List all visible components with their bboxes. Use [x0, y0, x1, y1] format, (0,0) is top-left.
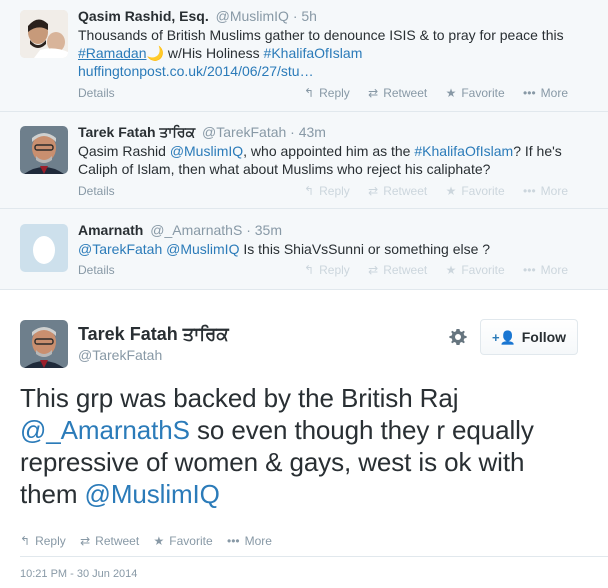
follow-button[interactable]: +👤 Follow: [480, 319, 578, 355]
separator-dot: ·: [292, 8, 298, 24]
author-name[interactable]: Qasim Rashid, Esq.: [78, 8, 209, 24]
retweet-button[interactable]: ⇄ Retweet: [368, 86, 427, 100]
tweet-text-part: , who appointed him as the: [243, 143, 415, 159]
mention-link[interactable]: @TarekFatah: [78, 241, 162, 257]
more-button[interactable]: ••• More: [227, 534, 272, 548]
author-name[interactable]: Tarek Fatah ਤਾਰਿਕ: [78, 323, 229, 345]
tweet-qasim-rashid[interactable]: Qasim Rashid, Esq. @MuslimIQ · 5h Thousa…: [0, 0, 608, 112]
reply-icon: ↰: [304, 263, 315, 277]
tweet-time[interactable]: 43m: [299, 124, 326, 140]
reply-button[interactable]: ↰ Reply: [304, 184, 350, 198]
reply-icon: ↰: [304, 86, 315, 100]
author-name[interactable]: Tarek Fatah ਤਾਰਿਕ: [78, 124, 195, 140]
tweet-text: @TarekFatah @MuslimIQ Is this ShiaVsSunn…: [78, 240, 568, 258]
retweet-button[interactable]: ⇄ Retweet: [80, 534, 139, 548]
reply-button[interactable]: ↰ Reply: [304, 263, 350, 277]
reply-icon: ↰: [20, 534, 31, 548]
star-icon: ★: [153, 534, 165, 548]
avatar[interactable]: [20, 10, 68, 58]
details-link[interactable]: Details: [78, 86, 115, 100]
reply-label: Reply: [319, 184, 350, 198]
star-icon: ★: [445, 263, 457, 277]
star-icon: ★: [445, 184, 457, 198]
moon-emoji: 🌙: [146, 45, 164, 61]
retweet-label: Retweet: [383, 184, 428, 198]
gear-icon[interactable]: [448, 327, 468, 347]
author-handle[interactable]: @TarekFatah: [202, 124, 286, 140]
author-handle[interactable]: @_AmarnathS: [150, 222, 242, 238]
hashtag-link[interactable]: #KhalifaOfIslam: [414, 143, 513, 159]
reply-label: Reply: [35, 534, 66, 548]
favorite-button[interactable]: ★ Favorite: [446, 184, 505, 198]
more-button[interactable]: ••• More: [523, 263, 568, 277]
favorite-button[interactable]: ★ Favorite: [446, 86, 505, 100]
tweet-text: Qasim Rashid @MuslimIQ, who appointed hi…: [78, 142, 568, 178]
tweet-text: Thousands of British Muslims gather to d…: [78, 26, 568, 80]
tweet-timestamp[interactable]: 10:21 PM - 30 Jun 2014: [20, 568, 137, 580]
reply-label: Reply: [319, 263, 350, 277]
tweet-text-part: This grp was backed by the British Raj: [20, 383, 459, 413]
separator-dot: ·: [290, 124, 295, 140]
favorite-label: Favorite: [169, 534, 213, 548]
tweet-time[interactable]: 5h: [301, 8, 317, 24]
tweet-text-part: Qasim Rashid: [78, 143, 170, 159]
url-link[interactable]: huffingtonpost.co.uk/2014/06/27/stu…: [78, 63, 314, 79]
more-label: More: [244, 534, 272, 548]
retweet-button[interactable]: ⇄ Retweet: [368, 184, 427, 198]
divider: [20, 556, 608, 557]
retweet-button[interactable]: ⇄ Retweet: [368, 263, 427, 277]
more-dots-icon: •••: [227, 534, 240, 548]
retweet-icon: ⇄: [368, 86, 379, 100]
details-link[interactable]: Details: [78, 263, 115, 277]
avatar[interactable]: [20, 224, 68, 272]
reply-button[interactable]: ↰ Reply: [20, 534, 66, 548]
details-link[interactable]: Details: [78, 184, 115, 198]
avatar[interactable]: [20, 126, 68, 174]
more-button[interactable]: ••• More: [523, 86, 568, 100]
reply-button[interactable]: ↰ Reply: [304, 86, 350, 100]
tweet-text-part: w/His Holiness: [163, 45, 264, 61]
tweet-text-part: Thousands of British Muslims gather to d…: [78, 27, 564, 43]
tweet-text-part: Is this ShiaVsSunni or something else ?: [239, 241, 491, 257]
more-dots-icon: •••: [523, 263, 536, 277]
tweet-time[interactable]: 35m: [255, 222, 282, 238]
mention-link[interactable]: @_AmarnathS: [20, 415, 190, 445]
tweet-amarnath[interactable]: Amarnath @_AmarnathS · 35m @TarekFatah @…: [0, 209, 608, 290]
retweet-label: Retweet: [383, 263, 428, 277]
more-label: More: [540, 263, 568, 277]
add-user-icon: +👤: [491, 330, 516, 345]
retweet-label: Retweet: [95, 534, 140, 548]
main-tweet: Tarek Fatah ਤਾਰਿਕ @TarekFatah +👤 Follow T…: [0, 290, 608, 588]
mention-link[interactable]: @MuslimIQ: [170, 143, 243, 159]
favorite-button[interactable]: ★ Favorite: [154, 534, 213, 548]
more-button[interactable]: ••• More: [523, 184, 568, 198]
author-handle[interactable]: @TarekFatah: [78, 346, 229, 364]
favorite-button[interactable]: ★ Favorite: [446, 263, 505, 277]
star-icon: ★: [445, 86, 457, 100]
reply-label: Reply: [319, 86, 350, 100]
mention-link[interactable]: @MuslimIQ: [166, 241, 239, 257]
avatar[interactable]: [20, 320, 68, 368]
more-dots-icon: •••: [523, 184, 536, 198]
tweet-text: This grp was backed by the British Raj @…: [20, 382, 580, 510]
hashtag-link[interactable]: #KhalifaOfIslam: [264, 45, 363, 61]
author-name[interactable]: Amarnath: [78, 222, 143, 238]
retweet-icon: ⇄: [80, 534, 91, 548]
favorite-label: Favorite: [461, 263, 505, 277]
tweet-tarek-fatah[interactable]: Tarek Fatah ਤਾਰਿਕ @TarekFatah · 43m Qasi…: [0, 112, 608, 209]
author-handle[interactable]: @MuslimIQ: [216, 8, 289, 24]
follow-label: Follow: [521, 329, 567, 345]
retweet-icon: ⇄: [368, 263, 379, 277]
more-dots-icon: •••: [523, 86, 536, 100]
retweet-label: Retweet: [383, 86, 428, 100]
separator-dot: ·: [246, 222, 251, 238]
favorite-label: Favorite: [461, 184, 505, 198]
reply-icon: ↰: [304, 184, 315, 198]
favorite-label: Favorite: [461, 86, 505, 100]
mention-link[interactable]: @MuslimIQ: [85, 479, 220, 509]
more-label: More: [540, 184, 568, 198]
more-label: More: [540, 86, 568, 100]
retweet-icon: ⇄: [368, 184, 379, 198]
hashtag-link[interactable]: #Ramadan: [78, 45, 147, 61]
